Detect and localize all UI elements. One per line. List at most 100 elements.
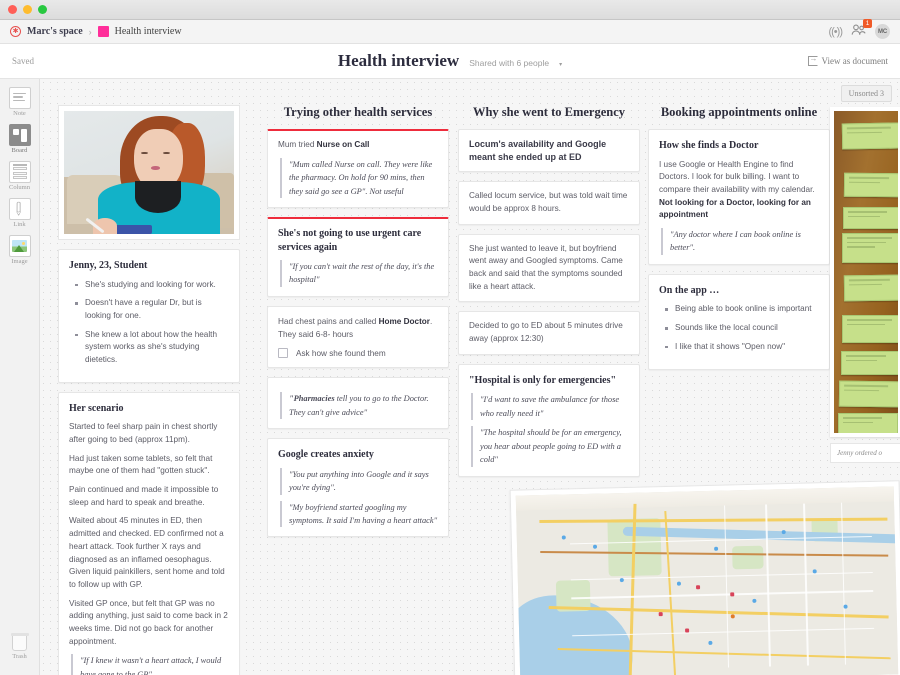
- card-quote: "Mum called Nurse on call. They were lik…: [280, 157, 438, 199]
- card-quote-bold: "Pharmacies: [289, 394, 335, 404]
- photo-printed-map[interactable]: [509, 480, 900, 675]
- list-item: Being able to book online is important: [663, 303, 819, 316]
- column-why-emergency: Why she went to Emergency Locum's availa…: [458, 105, 640, 486]
- card-quote: "My boyfriend started googling my sympto…: [280, 500, 438, 528]
- chevron-down-icon[interactable]: ▾: [559, 61, 562, 68]
- card-lead-bold: Nurse on Call: [316, 140, 370, 149]
- photo-sticky-note-wall[interactable]: [830, 107, 900, 437]
- photo-jenny-writing: [64, 111, 234, 234]
- export-arrow-icon: [807, 54, 818, 66]
- card-decided-ed[interactable]: Decided to go to ED about 5 minutes driv…: [458, 311, 640, 355]
- unsorted-chip[interactable]: Unsorted 3: [840, 85, 892, 102]
- app-bullets: Being able to book online is important S…: [663, 303, 819, 353]
- tool-link[interactable]: 🖉 Link: [3, 198, 37, 228]
- board-color-swatch-icon: [97, 26, 109, 37]
- tool-note-label: Note: [13, 110, 26, 117]
- card-heading: Locum's availability and Google meant sh…: [469, 139, 607, 162]
- list-item: Doesn't have a regular Dr, but is lookin…: [73, 297, 229, 322]
- notification-badge: 1: [863, 19, 872, 28]
- persona-bullets: She's studying and looking for work. Doe…: [73, 279, 229, 367]
- card-paragraph: Started to feel sharp pain in chest shor…: [69, 422, 218, 444]
- checkbox-row[interactable]: Ask how she found them: [278, 348, 438, 359]
- card-heading: "Hospital is only for emergencies": [469, 374, 617, 386]
- maximize-window-button[interactable]: [38, 5, 47, 14]
- card-paragraph: Called locum service, but was told wait …: [469, 191, 628, 213]
- close-window-button[interactable]: [8, 5, 17, 14]
- card-boyfriend-googled[interactable]: She just wanted to leave it, but boyfrie…: [458, 233, 640, 303]
- card-quote: "Any doctor where I can book online is b…: [661, 228, 819, 255]
- card-paragraph: Waited about 45 minutes in ED, then admi…: [69, 516, 225, 589]
- card-lead-plain: Mum tried: [278, 140, 317, 149]
- tool-rail: Note Board Column 🖉 Link Image Trash: [0, 79, 40, 675]
- column-persona: Jenny, 23, Student She's studying and lo…: [58, 105, 240, 675]
- card-heading: Jenny, 23, Student: [69, 260, 148, 271]
- card-home-doctor[interactable]: Had chest pains and called Home Doctor. …: [267, 305, 449, 369]
- tool-board[interactable]: Board: [3, 124, 37, 154]
- breadcrumb-board-name[interactable]: Health interview: [115, 26, 182, 37]
- card-paragraph: I use Google or Health Engine to find Do…: [659, 159, 819, 223]
- page-title[interactable]: Health interview: [338, 51, 459, 71]
- breadcrumb-bar: ✱ Marc's space › Health interview ((•)) …: [0, 19, 900, 44]
- list-item: She knew a lot about how the health syst…: [73, 329, 229, 367]
- card-hospital-emergencies[interactable]: "Hospital is only for emergencies" "I'd …: [458, 363, 640, 477]
- column-icon: [8, 161, 31, 183]
- card-paragraph-bold: Not looking for a Doctor, looking for an…: [659, 197, 811, 220]
- trash-label: Trash: [12, 653, 27, 660]
- card-persona-summary[interactable]: Jenny, 23, Student She's studying and lo…: [58, 249, 240, 383]
- column-title[interactable]: Trying other health services: [267, 105, 449, 120]
- document-header: Saved Health interview Shared with 6 peo…: [0, 44, 900, 79]
- column-booking-online: Booking appointments online How she find…: [648, 105, 830, 379]
- window-titlebar: [0, 0, 900, 20]
- card-how-she-finds-doctor[interactable]: How she finds a Doctor I use Google or H…: [648, 129, 830, 265]
- breadcrumb-actions: ((•)) 1 MC: [828, 19, 890, 39]
- card-quote: "I'd want to save the ambulance for thos…: [471, 393, 629, 421]
- map-image: [515, 486, 899, 675]
- breadcrumb-space-name[interactable]: Marc's space: [27, 26, 83, 37]
- card-body: Had chest pains and called Home Doctor. …: [278, 316, 438, 341]
- trash-button[interactable]: Trash: [3, 633, 37, 660]
- card-heading: Her scenario: [69, 402, 124, 414]
- card-pharmacies[interactable]: "Pharmacies tell you to go to the Doctor…: [267, 377, 449, 430]
- card-paragraph: Pain continued and made it impossible to…: [69, 485, 219, 507]
- card-locum-headline[interactable]: Locum's availability and Google meant sh…: [458, 129, 640, 173]
- column-other-health-services: Trying other health services Mum tried N…: [267, 105, 449, 546]
- card-body-plain-1: Had chest pains and called: [278, 316, 379, 326]
- tool-column[interactable]: Column: [3, 161, 37, 191]
- card-paragraph: Had just taken some tablets, so felt tha…: [69, 453, 213, 476]
- card-nurse-on-call[interactable]: Mum tried Nurse on Call "Mum called Nurs…: [267, 129, 449, 209]
- board-icon: [8, 124, 31, 146]
- document-title-group: Health interview Shared with 6 people ▾: [0, 51, 900, 71]
- list-item: I like that it shows "Open now": [663, 341, 819, 354]
- people-icon[interactable]: 1: [851, 19, 872, 39]
- broadcast-icon[interactable]: ((•)): [828, 26, 842, 38]
- tool-note[interactable]: Note: [3, 87, 37, 117]
- card-quote: "If I knew it wasn't a heart attack, I w…: [71, 654, 229, 675]
- card-locum-wait[interactable]: Called locum service, but was told wait …: [458, 181, 640, 225]
- checkbox-icon[interactable]: [278, 348, 288, 359]
- column-title[interactable]: Why she went to Emergency: [458, 105, 640, 120]
- column-title[interactable]: Booking appointments online: [648, 105, 830, 120]
- image-caption: Jenny ordered o: [830, 443, 900, 463]
- list-item: Sounds like the local council: [663, 322, 819, 335]
- tool-column-label: Column: [9, 184, 30, 191]
- minimize-window-button[interactable]: [23, 5, 32, 14]
- card-her-scenario[interactable]: Her scenario Started to feel sharp pain …: [58, 391, 240, 675]
- shared-with-label[interactable]: Shared with 6 people: [469, 58, 549, 68]
- note-icon: [8, 87, 31, 109]
- card-on-the-app[interactable]: On the app … Being able to book online i…: [648, 273, 830, 370]
- space-avatar-icon: ✱: [10, 26, 21, 37]
- tool-image[interactable]: Image: [3, 235, 37, 265]
- board-canvas[interactable]: Unsorted 3 Jenny, 23, Student She's stud…: [40, 79, 900, 675]
- card-heading: She's not going to use urgent care servi…: [278, 228, 422, 253]
- breadcrumb-separator: ›: [88, 26, 92, 37]
- card-lead: Mum tried Nurse on Call: [278, 139, 438, 152]
- avatar[interactable]: MC: [875, 24, 890, 39]
- card-quote: "You put anything into Google and it say…: [280, 467, 438, 495]
- card-urgent-care[interactable]: She's not going to use urgent care servi…: [267, 217, 449, 297]
- card-quote: "The hospital should be for an emergency…: [471, 426, 629, 467]
- list-item: She's studying and looking for work.: [73, 279, 229, 292]
- photo-card-jenny[interactable]: [58, 105, 240, 240]
- breadcrumb: ✱ Marc's space › Health interview: [10, 26, 182, 37]
- card-body-bold: Home Doctor: [378, 316, 430, 326]
- card-google-anxiety[interactable]: Google creates anxiety "You put anything…: [267, 438, 449, 538]
